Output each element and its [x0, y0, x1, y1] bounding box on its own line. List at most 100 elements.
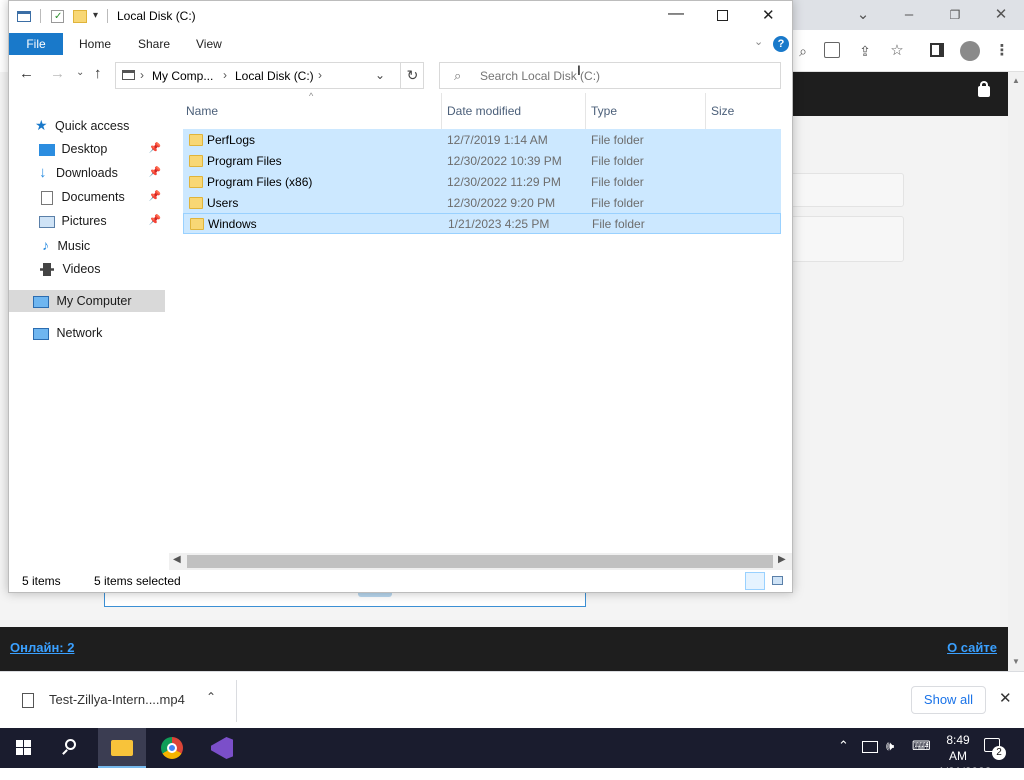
search-box[interactable]: ⌕	[439, 62, 781, 89]
drive-icon[interactable]	[17, 11, 31, 22]
zoom-search-icon[interactable]: ⌕	[792, 36, 814, 66]
tab-search-chevron-icon[interactable]: ⌄	[850, 0, 876, 30]
column-separator[interactable]	[441, 93, 442, 129]
explorer-titlebar: ✓ ▾ Local Disk (C:) — ✕	[9, 1, 792, 33]
nav-item-downloads[interactable]: ↓ Downloads 📌	[39, 162, 165, 184]
pin-icon[interactable]: 📌	[149, 138, 161, 160]
pin-icon[interactable]: 📌	[149, 210, 161, 232]
table-row[interactable]: PerfLogs 12/7/2019 1:14 AM File folder	[183, 129, 781, 150]
details-view-icon[interactable]	[745, 572, 765, 590]
show-all-button[interactable]: Show all	[911, 686, 986, 714]
site-input-handle	[358, 593, 392, 597]
customize-toolbar-chevron-icon[interactable]: ▾	[93, 10, 98, 21]
column-header-size[interactable]: Size	[711, 101, 771, 121]
column-separator[interactable]	[585, 93, 586, 129]
side-panel-icon[interactable]	[930, 43, 944, 57]
back-arrow-icon[interactable]: ←	[19, 65, 34, 82]
recent-locations-chevron-icon[interactable]: ⌄	[76, 67, 84, 78]
nav-item-videos[interactable]: Videos	[39, 258, 165, 280]
nav-item-documents[interactable]: Documents 📌	[39, 186, 165, 208]
about-link[interactable]: О сайте	[947, 640, 997, 655]
video-file-icon	[22, 693, 34, 708]
scroll-down-icon[interactable]: ▼	[1012, 657, 1020, 666]
file-list: ^ Name Date modified Type Size PerfLogs …	[177, 91, 784, 553]
network-icon[interactable]	[862, 741, 878, 753]
column-header-type[interactable]: Type	[591, 101, 701, 121]
new-folder-icon[interactable]	[73, 10, 87, 23]
help-icon[interactable]: ?	[773, 36, 789, 52]
start-button[interactable]	[0, 728, 48, 768]
site-input-field[interactable]	[104, 593, 586, 607]
breadcrumb-separator-icon[interactable]: ›	[223, 68, 227, 82]
close-icon[interactable]: ✕	[762, 6, 775, 24]
column-header-date-modified[interactable]: Date modified	[447, 101, 583, 121]
address-history-chevron-icon[interactable]: ⌄	[375, 68, 385, 82]
status-item-count: 5 items	[22, 574, 61, 588]
file-type: File folder	[591, 196, 644, 210]
column-header-name[interactable]: Name	[186, 101, 436, 121]
chrome-taskbar-button[interactable]	[148, 728, 196, 768]
forward-arrow-icon[interactable]: →	[50, 65, 65, 82]
tab-view[interactable]: View	[196, 33, 222, 55]
online-count-link[interactable]: Онлайн: 2	[10, 640, 74, 655]
file-explorer-taskbar-button[interactable]	[98, 728, 146, 768]
table-row[interactable]: Program Files 12/30/2022 10:39 PM File f…	[183, 150, 781, 171]
site-input-box[interactable]	[790, 173, 904, 207]
maximize-icon[interactable]	[717, 10, 728, 21]
bookmark-star-icon[interactable]: ☆	[886, 36, 908, 66]
scrollbar-thumb[interactable]	[187, 555, 773, 568]
scroll-up-icon[interactable]: ▲	[1012, 76, 1020, 85]
breadcrumb-local-disk[interactable]: Local Disk (C:)	[235, 69, 314, 83]
show-hidden-icons-chevron-icon[interactable]: ⌃	[838, 738, 849, 754]
breadcrumb-separator-icon[interactable]: ›	[318, 68, 322, 82]
browser-scrollbar[interactable]: ▲ ▼	[1008, 72, 1024, 671]
tab-file[interactable]: File	[9, 33, 63, 55]
menu-kebab-icon[interactable]: ⋮	[992, 36, 1012, 66]
site-textarea-box[interactable]	[790, 216, 904, 262]
table-row[interactable]: Program Files (x86) 12/30/2022 11:29 PM …	[183, 171, 781, 192]
profile-avatar-icon[interactable]	[960, 41, 980, 61]
scroll-left-icon[interactable]: ◀	[173, 554, 181, 565]
visual-studio-taskbar-button[interactable]	[198, 728, 246, 768]
close-icon[interactable]: ✕	[988, 0, 1014, 30]
search-button[interactable]	[48, 728, 96, 768]
breadcrumb-my-computer[interactable]: My Comp...	[152, 69, 213, 83]
restore-icon[interactable]: ❐	[942, 0, 968, 30]
divider	[236, 680, 237, 722]
share-icon[interactable]: ⇪	[854, 36, 876, 66]
horizontal-scrollbar[interactable]: ◀ ▶	[169, 553, 792, 570]
pin-icon[interactable]: 📌	[149, 162, 161, 184]
nav-network[interactable]: Network	[33, 322, 165, 344]
input-indicator-icon[interactable]: ⌨	[912, 738, 931, 754]
large-icons-view-icon[interactable]	[772, 576, 783, 585]
address-bar[interactable]: › My Comp... › Local Disk (C:) › ⌄	[115, 62, 424, 89]
tab-share[interactable]: Share	[138, 33, 170, 55]
minimize-icon[interactable]: —	[668, 5, 684, 23]
file-date: 12/30/2022 11:29 PM	[447, 175, 561, 189]
pin-icon[interactable]: 📌	[149, 186, 161, 208]
table-row[interactable]: Users 12/30/2022 9:20 PM File folder	[183, 192, 781, 213]
expand-ribbon-chevron-icon[interactable]: ⌄	[754, 35, 763, 48]
scroll-right-icon[interactable]: ▶	[778, 554, 786, 565]
refresh-icon[interactable]: ↻	[400, 63, 424, 88]
search-input[interactable]	[478, 68, 768, 84]
column-separator[interactable]	[705, 93, 706, 129]
chevron-up-icon[interactable]: ⌃	[206, 690, 216, 704]
up-arrow-icon[interactable]: ↑	[94, 65, 102, 82]
download-file-name[interactable]: Test-Zillya-Intern....mp4	[49, 692, 185, 707]
volume-icon[interactable]: 🕪	[886, 738, 894, 754]
nav-item-music[interactable]: ♪ Music	[39, 234, 165, 256]
nav-item-desktop[interactable]: Desktop 📌	[39, 138, 165, 160]
tab-home[interactable]: Home	[79, 33, 111, 55]
nav-item-pictures[interactable]: Pictures 📌	[39, 210, 165, 232]
translate-icon[interactable]	[824, 42, 840, 58]
minimize-icon[interactable]: –	[896, 0, 922, 30]
table-row[interactable]: Windows 1/21/2023 4:25 PM File folder	[183, 213, 781, 234]
nav-my-computer[interactable]: My Computer	[9, 290, 165, 312]
nav-quick-access[interactable]: ★ Quick access	[35, 114, 165, 136]
folder-icon	[189, 176, 203, 188]
address-row: ← → ⌄ ↑ › My Comp... › Local Disk (C:) ›…	[9, 60, 792, 92]
close-download-bar-icon[interactable]: ✕	[999, 689, 1012, 707]
clock[interactable]: 8:49 AM 1/21/2023	[938, 732, 991, 780]
file-name: Users	[207, 196, 239, 210]
